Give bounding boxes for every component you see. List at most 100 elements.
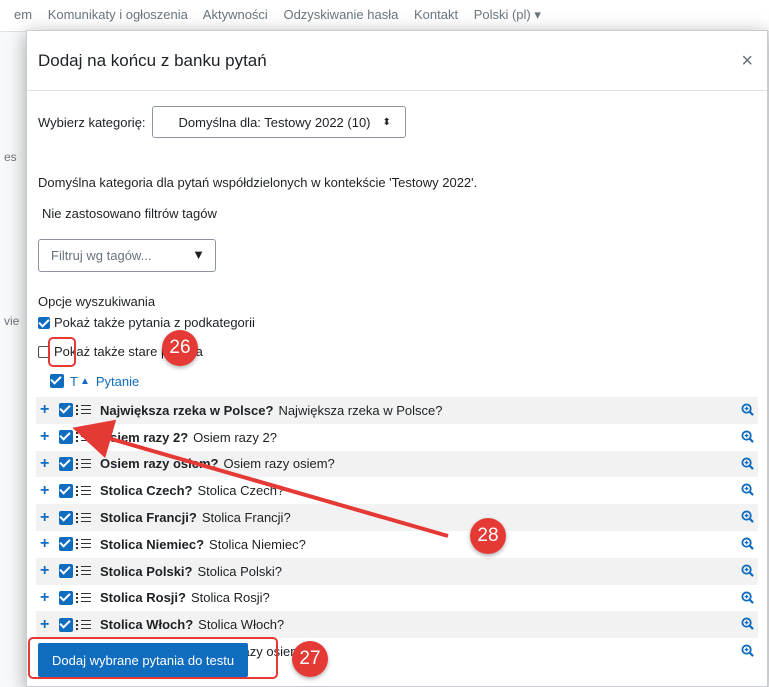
nav-item-language[interactable]: Polski (pl) ▾ (474, 7, 541, 22)
question-name: Stolica Rosji? (100, 590, 186, 606)
multichoice-icon (76, 538, 92, 550)
question-row: + Stolica Niemiec? Stolica Niemiec? (36, 531, 758, 558)
multichoice-icon (76, 592, 92, 604)
question-name: Największa rzeka w Polsce? (100, 402, 274, 418)
category-select-value: Domyślna dla: Testowy 2022 (10) (178, 114, 371, 130)
preview-zoom-icon[interactable] (741, 510, 754, 524)
option-subcategories-label: Pokaż także pytania z podkategorii (54, 315, 255, 330)
question-row: + Stolica Czech? Stolica Czech? (36, 477, 758, 504)
question-name: Stolica Francji? (100, 510, 197, 526)
question-row: + Stolica Polski? Stolica Polski? (36, 557, 758, 585)
preview-zoom-icon[interactable] (741, 430, 754, 443)
add-question-plus-icon[interactable]: + (40, 482, 54, 500)
multichoice-icon (76, 431, 92, 443)
highlight-select-all (48, 337, 76, 367)
highlight-add-button (28, 637, 278, 679)
multichoice-icon (76, 565, 92, 577)
category-row: Wybierz kategorię: Domyślna dla: Testowy… (38, 106, 406, 138)
option-subcategories[interactable]: Pokaż także pytania z podkategorii (38, 315, 255, 330)
question-checkbox[interactable] (59, 483, 73, 498)
question-row: + Stolica Rosji? Stolica Rosji? (36, 585, 758, 612)
multichoice-icon (76, 619, 92, 631)
preview-zoom-icon[interactable] (741, 457, 754, 470)
preview-zoom-icon[interactable] (741, 617, 754, 631)
question-name: Stolica Czech? (100, 483, 193, 499)
question-row: + Stolica Francji? Stolica Francji? (36, 504, 758, 531)
question-checkbox[interactable] (59, 617, 73, 632)
question-column-header[interactable]: Pytanie (96, 374, 139, 389)
modal-title: Dodaj na końcu z banku pytań (38, 50, 267, 70)
add-question-plus-icon[interactable]: + (40, 401, 54, 419)
sort-arrow-icon[interactable]: ▲ (80, 376, 90, 387)
background-left-strip: es vie (0, 32, 26, 687)
select-arrow-icon: ⬍ (382, 116, 391, 128)
preview-zoom-icon[interactable] (741, 591, 754, 604)
question-text: Osiem razy osiem? (223, 456, 335, 472)
question-bank-modal: Dodaj na końcu z banku pytań × Wybierz k… (26, 30, 768, 687)
modal-header: Dodaj na końcu z banku pytań (27, 31, 767, 91)
add-question-plus-icon[interactable]: + (40, 589, 54, 607)
question-name: Osiem razy 2? (100, 429, 189, 445)
background-fragment: es (4, 150, 17, 164)
select-all-checkbox[interactable] (50, 374, 64, 388)
preview-zoom-icon[interactable] (741, 644, 754, 658)
category-label: Wybierz kategorię: (38, 114, 146, 130)
no-tag-filter-text: Nie zastosowano filtrów tagów (42, 206, 217, 221)
add-question-plus-icon[interactable]: + (40, 616, 54, 634)
question-name: Osiem razy osiem? (100, 456, 219, 472)
question-text: Stolica Czech? (197, 483, 285, 499)
add-question-plus-icon[interactable]: + (40, 509, 54, 527)
question-checkbox[interactable] (59, 590, 73, 605)
question-row: + Stolica Włoch? Stolica Włoch? (36, 611, 758, 639)
dropdown-arrow-icon[interactable]: ▼ (192, 247, 205, 262)
preview-zoom-icon[interactable] (741, 537, 754, 550)
multichoice-icon (76, 458, 92, 470)
question-checkbox[interactable] (59, 456, 73, 471)
annotation-badge-26: 26 (162, 330, 198, 366)
question-text: Stolica Włoch? (198, 617, 285, 633)
question-checkbox[interactable] (59, 403, 73, 418)
nav-item-password-recovery[interactable]: Odzyskiwanie hasła (283, 7, 398, 22)
background-fragment: vie (4, 314, 20, 328)
question-list: + Największa rzeka w Polsce? Największa rz… (36, 397, 758, 665)
question-name: Stolica Polski? (100, 563, 193, 579)
question-text: Stolica Rosji? (190, 590, 270, 606)
question-row: + Osiem razy osiem? Osiem razy osiem? (36, 450, 758, 478)
question-text: Stolica Niemiec? (209, 536, 306, 552)
nav-item-contact[interactable]: Kontakt (414, 7, 458, 22)
question-text: Największa rzeka w Polsce? (278, 402, 443, 418)
question-checkbox[interactable] (59, 564, 73, 579)
tag-filter-input[interactable]: Filtruj wg tagów... ▼ (38, 239, 216, 272)
question-checkbox[interactable] (59, 510, 73, 525)
add-question-plus-icon[interactable]: + (40, 428, 54, 446)
add-question-plus-icon[interactable]: + (40, 455, 54, 473)
close-icon[interactable]: × (741, 50, 753, 73)
category-select[interactable]: Domyślna dla: Testowy 2022 (10) ⬍ (151, 106, 406, 138)
subcategories-checkbox[interactable] (38, 316, 50, 329)
question-row: + Osiem razy 2? Osiem razy 2? (36, 424, 758, 451)
category-description: Domyślna kategoria dla pytań współdzielo… (38, 175, 478, 190)
annotation-badge-27: 27 (292, 641, 328, 677)
question-checkbox[interactable] (59, 537, 73, 552)
type-column-header[interactable]: T (70, 374, 78, 389)
nav-item: em (14, 7, 33, 22)
tag-filter-placeholder: Filtruj wg tagów... (51, 248, 152, 263)
question-row: + Największa rzeka w Polsce? Największa rz… (36, 397, 758, 424)
nav-item-announcements[interactable]: Komunikaty i ogłoszenia (48, 7, 188, 22)
question-name: Stolica Włoch? (100, 617, 194, 633)
preview-zoom-icon[interactable] (741, 564, 754, 577)
nav-item-activities[interactable]: Aktywności (203, 7, 268, 22)
question-checkbox[interactable] (59, 430, 73, 445)
question-table-header: T ▲ Pytanie (50, 371, 139, 391)
add-question-plus-icon[interactable]: + (40, 535, 54, 553)
annotation-badge-28: 28 (470, 518, 506, 554)
search-options-title: Opcje wyszukiwania (38, 294, 156, 309)
multichoice-icon (76, 404, 92, 416)
multichoice-icon (76, 512, 92, 524)
question-name: Stolica Niemiec? (100, 536, 205, 552)
preview-zoom-icon[interactable] (741, 403, 754, 416)
add-question-plus-icon[interactable]: + (40, 562, 54, 580)
question-text: Osiem razy 2? (193, 429, 277, 445)
preview-zoom-icon[interactable] (741, 483, 754, 497)
question-text: Stolica Polski? (197, 563, 283, 579)
